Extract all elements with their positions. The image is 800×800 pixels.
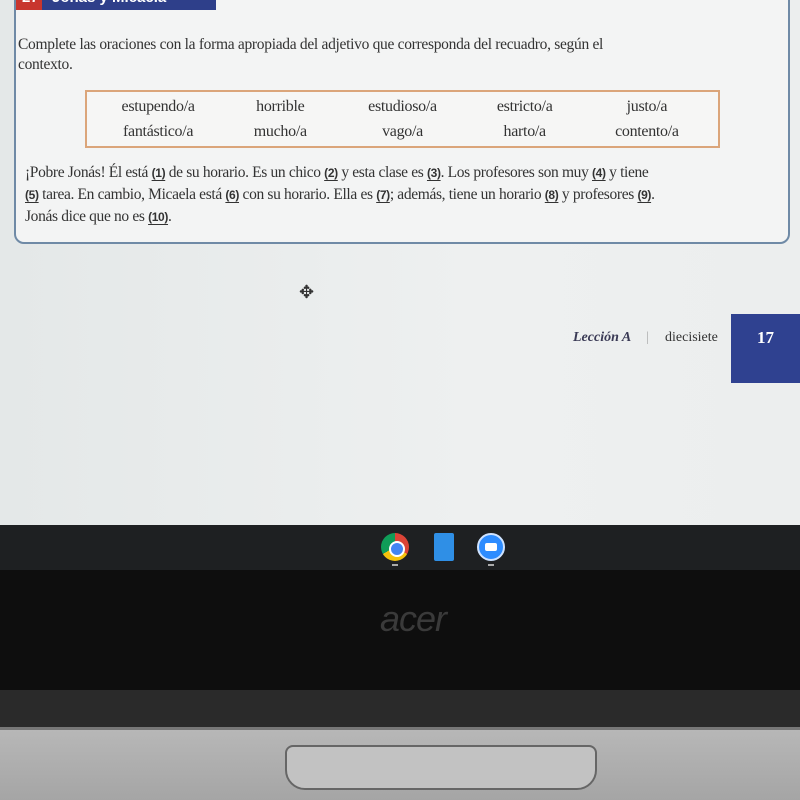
paragraph-text: con su horario. Ella es (239, 186, 377, 203)
blank-number: (7) (376, 188, 390, 202)
blank-number: (6) (225, 188, 240, 202)
paragraph-text: tarea. En cambio, Micaela está (38, 186, 226, 203)
exercise-header: 27 Jonás y Micaela (16, 0, 216, 10)
paragraph-text: y profesores (558, 186, 638, 203)
page-number: 17 (731, 314, 800, 383)
blank-number: (1) (151, 166, 166, 180)
blank-number: (4) (592, 166, 606, 180)
exercise-title: Jonás y Micaela (42, 0, 216, 10)
move-cursor-icon: ✥ (299, 282, 315, 302)
paragraph-text: . (168, 208, 172, 225)
paragraph-text: de su horario. Es un chico (165, 164, 325, 181)
blank-number: (10) (148, 210, 169, 224)
laptop-hinge (0, 690, 800, 730)
word-bank-item: contento/a (615, 122, 679, 140)
word-bank-item: harto/a (503, 122, 547, 140)
blank-number: (5) (25, 188, 39, 202)
blank-number: (9) (637, 188, 652, 202)
chrome-icon[interactable] (381, 533, 409, 561)
running-indicator (488, 564, 494, 566)
word-bank-item: horrible (256, 97, 305, 115)
laptop-lid-notch (285, 745, 597, 790)
word-bank-item: estricto/a (496, 97, 553, 115)
zoom-icon[interactable] (477, 533, 505, 561)
exercise-paragraph: ¡Pobre Jonás! Él está (1) de su horario.… (25, 162, 665, 228)
word-bank: estupendo/a horrible estudioso/a estricto/a… (85, 90, 720, 148)
paragraph-text: y tiene (605, 164, 649, 181)
paragraph-text: ; además, tiene un horario (389, 186, 545, 203)
word-bank-item: vago/a (382, 122, 423, 140)
blank-number: (3) (426, 166, 441, 180)
blank-number: (2) (324, 166, 338, 180)
word-bank-item: fantástico/a (123, 122, 194, 140)
acer-logo: acer (380, 598, 447, 639)
instructions: Complete las oraciones con la forma apro… (18, 36, 604, 73)
lesson-label: Lección A (573, 330, 632, 345)
paragraph-text: y esta clase es (337, 164, 427, 181)
blank-number: (8) (544, 188, 559, 202)
word-bank-item: mucho/a (253, 122, 307, 140)
word-bank-item: estupendo/a (121, 97, 195, 115)
paragraph-text: . Los profesores son muy (440, 164, 592, 181)
page-word: diecisiete (665, 330, 718, 345)
taskbar (0, 525, 800, 570)
paragraph-text: ¡Pobre Jonás! Él está (25, 164, 152, 181)
screen: 27 Jonás y Micaela Complete las oracione… (0, 0, 800, 525)
footer-separator: | (646, 330, 649, 345)
docs-icon[interactable] (434, 533, 454, 561)
running-indicator (392, 564, 398, 566)
word-bank-item: estudioso/a (368, 97, 437, 115)
word-bank-item: justo/a (626, 97, 668, 115)
exercise-number: 27 (16, 0, 42, 10)
